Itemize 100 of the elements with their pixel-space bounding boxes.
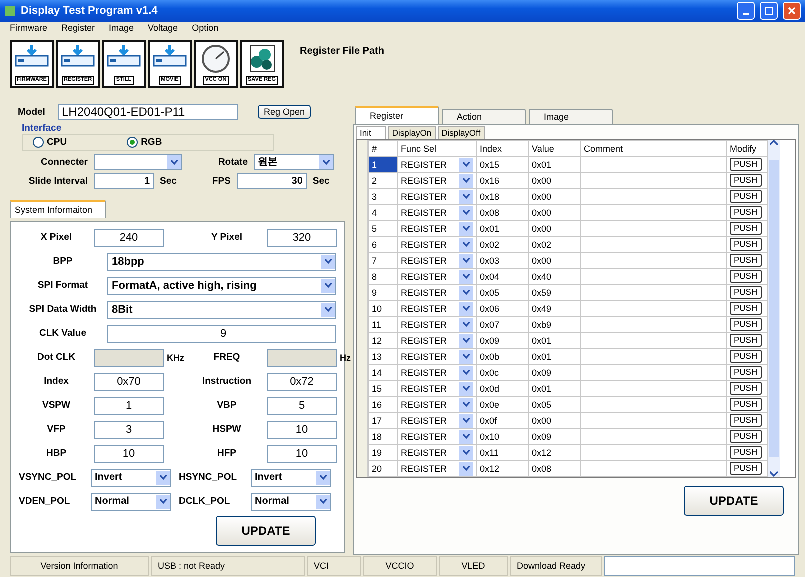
dropdown[interactable]: Invert	[251, 468, 331, 486]
value-field[interactable]: 10	[267, 444, 337, 462]
tab[interactable]: System Informaiton	[10, 200, 106, 218]
row-number-cell[interactable]: 17	[368, 412, 398, 428]
dropdown[interactable]: Invert	[91, 468, 171, 486]
table-cell: 0x05	[476, 284, 528, 300]
close-button[interactable]	[783, 2, 801, 20]
table-cell: 0x00	[528, 204, 580, 220]
field-label: Index	[43, 376, 70, 387]
push-button[interactable]: PUSH	[730, 334, 762, 347]
connecter-dropdown[interactable]	[94, 154, 182, 170]
menu-item[interactable]: Image	[109, 23, 134, 37]
reg-open-button[interactable]: Reg Open	[258, 105, 312, 119]
radio-option[interactable]: CPU	[33, 137, 68, 148]
push-button[interactable]: PUSH	[730, 254, 762, 267]
table-cell: 0x16	[476, 172, 528, 188]
radio-option[interactable]: RGB	[127, 137, 162, 148]
row-number-cell[interactable]: 11	[368, 316, 398, 332]
unit-label: Sec	[160, 176, 177, 186]
row-number-cell[interactable]: 3	[368, 188, 398, 204]
model-field[interactable]: LH2040Q01-ED01-P11	[58, 104, 238, 120]
dropdown[interactable]: 18bpp	[107, 252, 336, 270]
scroll-down-icon[interactable]	[770, 471, 778, 477]
row-number-cell[interactable]: 10	[368, 300, 398, 316]
menu-item[interactable]: Option	[192, 23, 219, 37]
push-button[interactable]: PUSH	[730, 174, 762, 187]
table-cell: 0x10	[476, 428, 528, 444]
row-number-cell[interactable]: 14	[368, 364, 398, 380]
row-number-cell[interactable]: 2	[368, 172, 398, 188]
tab[interactable]: Action	[442, 109, 526, 124]
value-field[interactable]: 240	[94, 228, 164, 246]
value-field[interactable]: 0x72	[267, 372, 337, 390]
dropdown[interactable]: Normal	[251, 492, 331, 510]
slide-interval-field[interactable]: 1	[94, 173, 154, 189]
push-button[interactable]: PUSH	[730, 398, 762, 411]
field-label: SPI Format	[36, 280, 90, 291]
push-button[interactable]: PUSH	[730, 414, 762, 427]
push-button[interactable]: PUSH	[730, 462, 762, 475]
menu-item[interactable]: Firmware	[10, 23, 48, 37]
minimize-button[interactable]	[737, 2, 755, 20]
row-number-cell[interactable]: 9	[368, 284, 398, 300]
row-number-cell[interactable]: 19	[368, 444, 398, 460]
fps-field[interactable]: 30	[236, 173, 307, 189]
tab[interactable]: DisplayOn	[388, 126, 436, 139]
status-cell: VCCIO	[363, 556, 437, 576]
update-button[interactable]: UPDATE	[684, 486, 784, 516]
push-button[interactable]: PUSH	[730, 190, 762, 203]
radio-icon[interactable]	[127, 137, 138, 148]
row-number-cell[interactable]: 8	[368, 268, 398, 284]
value-field[interactable]: 0x70	[94, 372, 164, 390]
tab[interactable]: Register	[355, 106, 439, 124]
row-number-cell[interactable]: 5	[368, 220, 398, 236]
push-button[interactable]: PUSH	[730, 302, 762, 315]
table-cell: 0x09	[528, 428, 580, 444]
menu-item[interactable]: Voltage	[148, 23, 178, 37]
push-button[interactable]: PUSH	[730, 222, 762, 235]
row-number-cell[interactable]: 1	[368, 156, 398, 172]
radio-icon[interactable]	[33, 137, 44, 148]
push-button[interactable]: PUSH	[730, 318, 762, 331]
maximize-button[interactable]	[760, 2, 778, 20]
value-field[interactable]: 10	[267, 420, 337, 438]
scroll-up-icon[interactable]	[770, 140, 778, 146]
dropdown[interactable]: 8Bit	[107, 300, 336, 318]
push-button[interactable]: PUSH	[730, 238, 762, 251]
push-button[interactable]: PUSH	[730, 286, 762, 299]
table-cell: 0x06	[476, 300, 528, 316]
push-button[interactable]: PUSH	[730, 270, 762, 283]
menu-item[interactable]: Register	[62, 23, 96, 37]
row-number-cell[interactable]: 13	[368, 348, 398, 364]
rotate-dropdown[interactable]: 원본	[254, 154, 334, 170]
push-button[interactable]: PUSH	[730, 366, 762, 379]
row-number-cell[interactable]: 4	[368, 204, 398, 220]
value-field[interactable]: 9	[107, 324, 336, 342]
value-field[interactable]: 5	[267, 396, 337, 414]
scrollbar[interactable]	[768, 140, 780, 477]
dropdown[interactable]: Normal	[91, 492, 171, 510]
status-cell: Version Information	[10, 556, 149, 576]
row-number-cell[interactable]: 6	[368, 236, 398, 252]
row-number-cell[interactable]: 20	[368, 460, 398, 476]
dropdown[interactable]: FormatA, active high, rising	[107, 276, 336, 294]
value-field[interactable]: 3	[94, 420, 164, 438]
row-number-cell[interactable]: 7	[368, 252, 398, 268]
update-button[interactable]: UPDATE	[216, 516, 316, 546]
push-button[interactable]: PUSH	[730, 446, 762, 459]
push-button[interactable]: PUSH	[730, 382, 762, 395]
value-field[interactable]: 320	[267, 228, 337, 246]
tab[interactable]: Image	[529, 109, 613, 124]
row-number-cell[interactable]: 16	[368, 396, 398, 412]
table-cell: 0x0b	[476, 348, 528, 364]
value-field[interactable]: 1	[94, 396, 164, 414]
push-button[interactable]: PUSH	[730, 158, 762, 171]
row-number-cell[interactable]: 18	[368, 428, 398, 444]
row-number-cell[interactable]: 12	[368, 332, 398, 348]
row-number-cell[interactable]: 15	[368, 380, 398, 396]
value-field[interactable]: 10	[94, 444, 164, 462]
tab[interactable]: DisplayOff	[438, 126, 485, 139]
tab[interactable]: Init	[356, 126, 386, 139]
push-button[interactable]: PUSH	[730, 430, 762, 443]
push-button[interactable]: PUSH	[730, 350, 762, 363]
push-button[interactable]: PUSH	[730, 206, 762, 219]
